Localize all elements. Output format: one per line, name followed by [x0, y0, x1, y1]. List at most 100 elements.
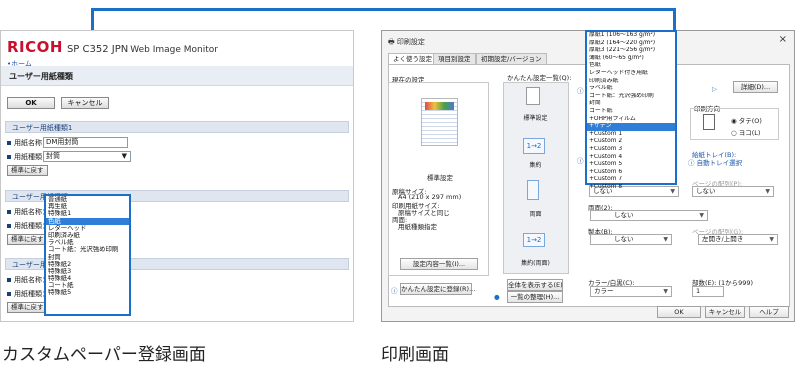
- model-name: SP C352 JPN: [66, 44, 129, 55]
- ok-button[interactable]: OK: [657, 306, 701, 318]
- manage-list-button[interactable]: 一覧の整理(H)...: [507, 291, 563, 303]
- page-title: ユーザー用紙種類: [9, 72, 73, 81]
- paper-type-dropdown-list[interactable]: 厚紙1 (106〜163 g/m²) 厚紙2 (164〜220 g/m²) 厚紙3 …: [585, 30, 677, 190]
- doc-icon: [526, 87, 540, 105]
- info-icon: ⓘ: [577, 87, 584, 95]
- dropdown-option[interactable]: コート紙: [46, 282, 129, 289]
- dropdown-option[interactable]: 薄紙 (60〜65 g/m²): [587, 55, 675, 63]
- caption-right: 印刷画面: [381, 345, 449, 365]
- chevron-down-icon: ▼: [765, 188, 770, 195]
- dropdown-option[interactable]: 再生紙: [46, 203, 129, 210]
- tray-value[interactable]: ⓘ 自動トレイ選択: [688, 157, 742, 167]
- dropdown-option[interactable]: コート紙：光沢強め印刷: [46, 246, 129, 253]
- dropdown-option[interactable]: +OHP用フィルム: [587, 116, 675, 124]
- register-quick-button[interactable]: かんたん設定に登録(R)...: [400, 283, 475, 295]
- setting-list-button[interactable]: 設定内容一覧(I)...: [400, 258, 478, 270]
- quick-item-standard[interactable]: 標準設定: [505, 113, 566, 122]
- portrait-icon: [703, 114, 715, 130]
- help-button[interactable]: ヘルプ: [749, 306, 789, 318]
- dropdown-option[interactable]: +サテン: [587, 123, 675, 131]
- paper-name-row-2: 用紙名称：: [7, 207, 49, 217]
- chevron-down-icon: ▼: [663, 288, 668, 295]
- dropdown-option[interactable]: 特殊紙3: [46, 268, 129, 275]
- app-name: Web Image Monitor: [130, 45, 218, 55]
- copies-input[interactable]: 1: [692, 286, 724, 297]
- paper-name-input[interactable]: DM用封筒: [43, 137, 128, 148]
- dropdown-option[interactable]: +Custom 8: [587, 184, 675, 192]
- connector-line: [91, 8, 676, 11]
- preview-line: 用紙種類指定: [398, 223, 437, 231]
- connector-line-right: [673, 8, 676, 30]
- dropdown-option[interactable]: 色紙: [587, 62, 675, 70]
- reset-button-2[interactable]: 標準に戻す: [7, 234, 48, 245]
- dropdown-option[interactable]: コート紙：光沢強め印刷: [587, 93, 675, 101]
- paper-name-row-3: 用紙名称：: [7, 275, 49, 285]
- reset-button[interactable]: 標準に戻す: [7, 165, 48, 176]
- cancel-button[interactable]: キャンセル: [705, 306, 745, 318]
- quick-item-duplex[interactable]: 両面: [505, 209, 566, 218]
- dropdown-option[interactable]: 色紙: [46, 217, 129, 225]
- reset-button-3[interactable]: 標準に戻す: [7, 302, 48, 313]
- paper-type-row-3: 用紙種類：: [7, 289, 49, 299]
- dropdown-option[interactable]: +Custom 5: [587, 161, 675, 169]
- info-icon: ⓘ: [391, 287, 398, 295]
- detail-button[interactable]: 詳細(D)...: [733, 81, 778, 93]
- dropdown-option[interactable]: レターヘッド: [46, 225, 129, 232]
- dropdown-option[interactable]: +Custom 7: [587, 176, 675, 184]
- paper-preview-image: [421, 98, 458, 146]
- dropdown-option[interactable]: 特殊紙4: [46, 275, 129, 282]
- color-select[interactable]: カラー ▼: [590, 286, 672, 297]
- portrait-radio[interactable]: ◉ タテ(O): [731, 115, 762, 125]
- show-all-button[interactable]: 全体を表示する(E): [507, 279, 563, 291]
- dropdown-option[interactable]: 印刷済み紙: [587, 78, 675, 86]
- close-icon[interactable]: ×: [779, 34, 787, 45]
- user-icon: ●: [494, 293, 500, 301]
- dropdown-option[interactable]: 厚紙2 (164〜220 g/m²): [587, 40, 675, 48]
- dropdown-option[interactable]: ラベル紙: [46, 239, 129, 246]
- play-icon: ▷: [712, 85, 717, 93]
- dropdown-option[interactable]: 印刷済み紙: [46, 232, 129, 239]
- page-order-select[interactable]: しない ▼: [692, 186, 774, 197]
- dropdown-option[interactable]: 封筒: [587, 100, 675, 108]
- dropdown-option[interactable]: 特殊紙1: [46, 210, 129, 217]
- dropdown-option[interactable]: 厚紙3 (221〜256 g/m²): [587, 47, 675, 55]
- dropdown-option[interactable]: コート紙: [587, 108, 675, 116]
- brand-header: RICOH SP C352 JPN Web Image Monitor: [7, 38, 218, 56]
- dropdown-option[interactable]: レターヘッド付き用紙: [587, 70, 675, 78]
- chevron-down-icon: ▼: [769, 236, 774, 243]
- dialog-title: 🖶 印刷設定: [388, 38, 425, 46]
- info-icon: ⓘ: [577, 157, 584, 165]
- cancel-button[interactable]: キャンセル: [61, 97, 109, 109]
- nup-duplex-icon: 1→2: [523, 233, 545, 247]
- paper-type-dropdown-list[interactable]: 普通紙 再生紙 特殊紙1 色紙 レターヘッド 印刷済み紙 ラベル紙 コート紙：光沢強め印刷 封筒…: [44, 194, 131, 316]
- quick-item-nup-duplex[interactable]: 集約(両面): [505, 258, 566, 267]
- section-header-1: ユーザー用紙種類1: [5, 121, 349, 133]
- dropdown-option[interactable]: +Custom 3: [587, 146, 675, 154]
- chevron-down-icon: ▼: [699, 212, 704, 219]
- dropdown-option[interactable]: +Custom 1: [587, 131, 675, 139]
- dropdown-option[interactable]: 封筒: [46, 254, 129, 261]
- caption-left: カスタムペーパー登録画面: [2, 345, 206, 365]
- dropdown-option[interactable]: +Custom 6: [587, 169, 675, 177]
- dropdown-option[interactable]: ラベル紙: [587, 85, 675, 93]
- page-header: ユーザー用紙種類: [1, 66, 353, 86]
- duplex-select[interactable]: しない ▼: [590, 210, 708, 221]
- landscape-radio[interactable]: ○ ヨコ(L): [731, 127, 760, 137]
- chevron-down-icon: ▼: [663, 236, 668, 243]
- quick-list-label: かんたん設定一覧(Q):: [507, 74, 572, 82]
- chevron-down-icon: ▼: [121, 152, 127, 160]
- quick-item-nup[interactable]: 集約: [505, 160, 566, 169]
- page-order2-select[interactable]: 左開き/上開き ▼: [698, 234, 778, 245]
- booklet-select[interactable]: しない ▼: [590, 234, 672, 245]
- dropdown-option[interactable]: 普通紙: [46, 196, 129, 203]
- dropdown-option[interactable]: 厚紙1 (106〜163 g/m²): [587, 32, 675, 40]
- ok-button[interactable]: OK: [7, 97, 55, 109]
- duplex-icon: [527, 180, 539, 200]
- nup-icon: 1→2: [523, 138, 545, 154]
- dropdown-option[interactable]: 特殊紙2: [46, 261, 129, 268]
- preview-setting-name: 標準設定: [427, 174, 453, 182]
- paper-type-select[interactable]: 封筒 ▼: [43, 151, 131, 162]
- dropdown-option[interactable]: 特殊紙5: [46, 289, 129, 296]
- dropdown-option[interactable]: +Custom 4: [587, 154, 675, 162]
- dropdown-option[interactable]: +Custom 2: [587, 138, 675, 146]
